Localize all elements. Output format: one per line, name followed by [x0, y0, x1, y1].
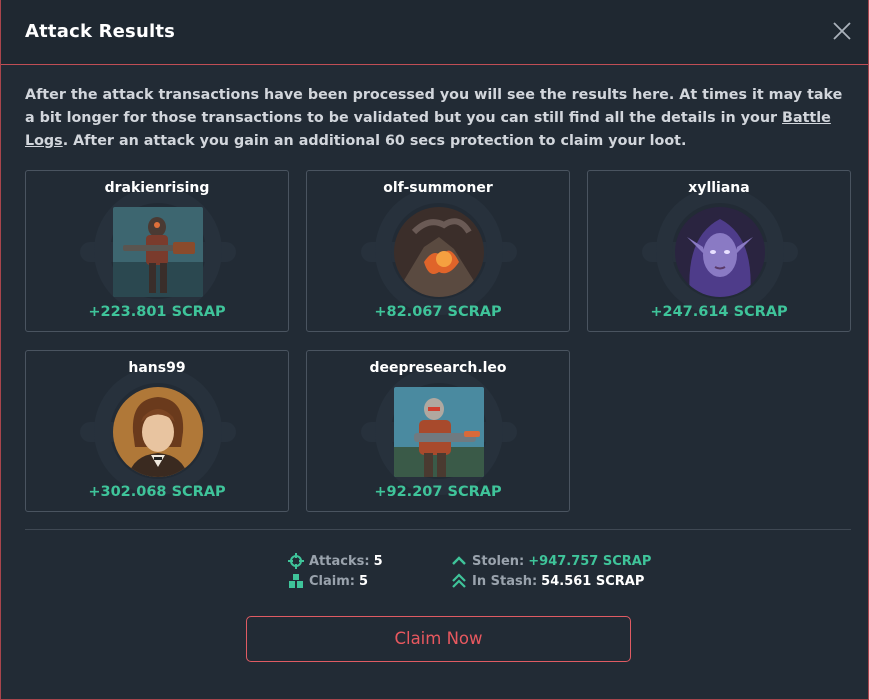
armored-gunner-avatar	[113, 207, 203, 297]
description-text: After the attack transactions have been …	[25, 87, 843, 149]
result-card: hans99 +302.068 SCRAP	[25, 350, 289, 512]
claim-now-button[interactable]: Claim Now	[246, 616, 631, 662]
portrait-avatar	[113, 387, 203, 477]
boxes-icon	[289, 574, 303, 588]
scrap-amount: +92.207 SCRAP	[374, 484, 502, 500]
purple-elf-avatar	[675, 207, 765, 297]
claim-stat: Claim: 5	[288, 571, 383, 591]
modal-title: Attack Results	[25, 21, 176, 42]
scrap-amount: +247.614 SCRAP	[650, 304, 788, 320]
loot-stats: Stolen: +947.757 SCRAP In Stash: 54.561 …	[451, 551, 651, 591]
attack-results-modal: Attack Results After the attack transact…	[0, 0, 869, 700]
player-name: drakienrising	[104, 180, 210, 196]
player-name: hans99	[128, 360, 186, 376]
player-name: olf-summoner	[383, 180, 493, 196]
attack-stats: Attacks: 5 Claim: 5	[288, 551, 383, 591]
scrap-amount: +223.801 SCRAP	[88, 304, 226, 320]
result-card: olf-summoner +82.067 SCRAP	[306, 170, 570, 332]
player-name: deepresearch.leo	[369, 360, 507, 376]
volcano-avatar	[394, 207, 484, 297]
divider	[25, 529, 851, 530]
soldier-avatar	[394, 387, 484, 477]
player-name: xylliana	[688, 180, 750, 196]
close-icon[interactable]	[831, 20, 853, 42]
result-card: drakienrising +223.801 SCRAP	[25, 170, 289, 332]
stolen-stat: Stolen: +947.757 SCRAP	[451, 551, 651, 571]
crosshair-icon	[288, 553, 304, 569]
double-chevron-up-icon	[452, 573, 466, 588]
attacks-stat: Attacks: 5	[288, 551, 383, 571]
chevron-up-icon	[452, 556, 466, 565]
scrap-amount: +82.067 SCRAP	[374, 304, 502, 320]
stash-stat: In Stash: 54.561 SCRAP	[451, 571, 651, 591]
result-card: xylliana +247.614 SCRAP	[587, 170, 851, 332]
scrap-amount: +302.068 SCRAP	[88, 484, 226, 500]
result-card: deepresearch.leo +92.207 SCRAP	[306, 350, 570, 512]
modal-header: Attack Results	[1, 0, 868, 65]
